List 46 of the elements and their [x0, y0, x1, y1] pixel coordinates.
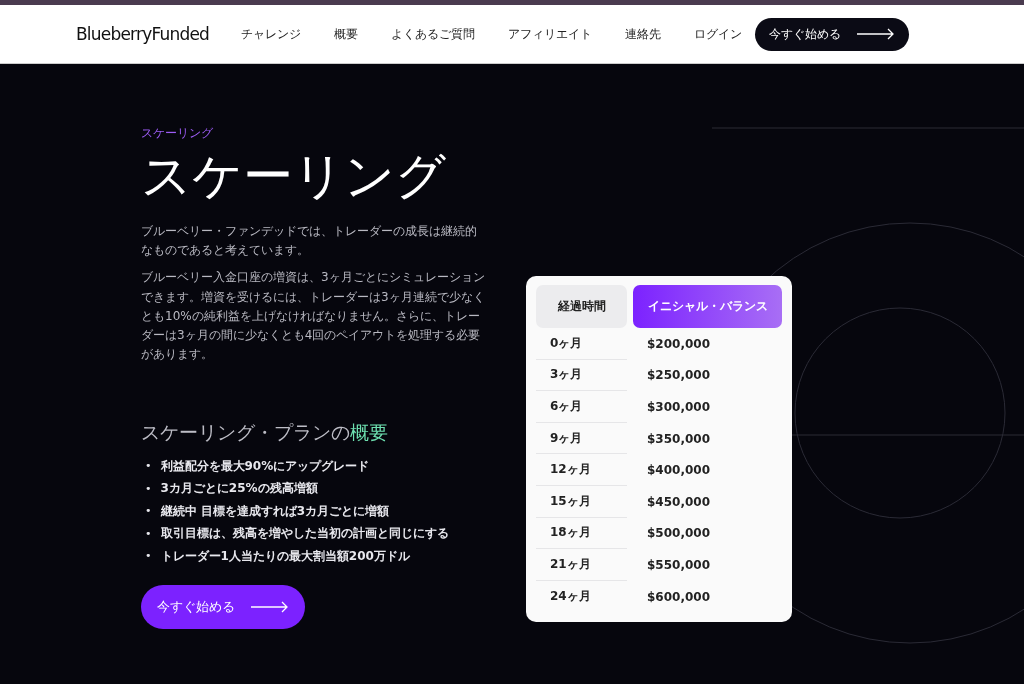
bullet: • [145, 526, 152, 540]
section-eyebrow: スケーリング [141, 126, 214, 141]
nav-link[interactable]: 概要 [334, 25, 359, 43]
table-cell-text: $300,000 [646, 399, 711, 416]
nav-link[interactable]: アフィリエイト [508, 25, 593, 43]
list-item: 取引目標は、残高を増やした当初の計画と同じにする [160, 525, 449, 542]
table-cell: 0ヶ月 [536, 328, 627, 360]
table-cell: 18ヶ月 [536, 517, 627, 550]
paragraph: ブルーベリー入金口座の増資は、3ヶ月ごとにシミュレーションできます。増資を受けるには、トレーダーは3ヶ月連続で少なくとも10%の純利益を上げなければなりません。さらに、トレーダーは3ヶ月の間に少なくとも4回のペイアウトを処理する必要があります。 [141, 269, 486, 364]
start-button[interactable]: 今すぐ始める [141, 584, 305, 629]
column-header: イニシャル・バランス [633, 285, 782, 328]
list-item: 継続中 目標を達成すれば3カ月ごとに増額 [160, 502, 390, 519]
nav-link[interactable]: 連絡先 [625, 25, 662, 43]
table-cell-text: $400,000 [646, 462, 711, 480]
page-title: スケーリング [141, 149, 447, 204]
table-cell-text: $250,000 [646, 367, 711, 385]
table-cell: 15ヶ月 [536, 485, 627, 518]
bullet: • [145, 481, 152, 495]
start-button[interactable]: 今すぐ始める [755, 17, 910, 51]
table-cell-text: $600,000 [646, 588, 711, 606]
section-heading: スケーリング・プランの概要 [141, 420, 389, 446]
table-cell-text: $350,000 [646, 430, 711, 448]
list-item: 利益配分を最大90%にアップグレード [160, 457, 370, 474]
bullet: • [145, 504, 152, 518]
nav-link[interactable]: チャレンジ [241, 25, 302, 43]
table-cell: 3ヶ月 [536, 359, 627, 392]
paragraph: ブルーベリー・ファンデッドでは、トレーダーの成長は継続的なものであると考えています。 [141, 223, 478, 260]
table-cell-text: $450,000 [646, 493, 711, 511]
bullet: • [145, 549, 152, 563]
table-cell-text: $200,000 [646, 335, 711, 353]
nav-link[interactable]: よくあるご質問 [391, 25, 476, 43]
table-cell-text: $550,000 [646, 556, 711, 574]
logo[interactable]: BlueberryFunded [76, 24, 210, 44]
table-cell: 6ヶ月 [536, 391, 627, 423]
arrow-icon [251, 600, 289, 613]
table-cell: 21ヶ月 [536, 549, 627, 581]
table-cell-text: 24ヶ月 [549, 588, 592, 606]
arrow-icon [857, 28, 896, 40]
table-cell: 12ヶ月 [536, 454, 627, 486]
column-header: 経過時間 [536, 285, 627, 328]
table-cell-text: $500,000 [646, 525, 711, 543]
nav-link[interactable]: ログイン [694, 25, 743, 43]
list-item: 3カ月ごとに25%の残高増額 [160, 480, 318, 497]
table-cell: 9ヶ月 [536, 422, 627, 455]
bullet: • [145, 459, 152, 473]
list-item: トレーダー1人当たりの最大割当額200万ドル [160, 547, 410, 564]
